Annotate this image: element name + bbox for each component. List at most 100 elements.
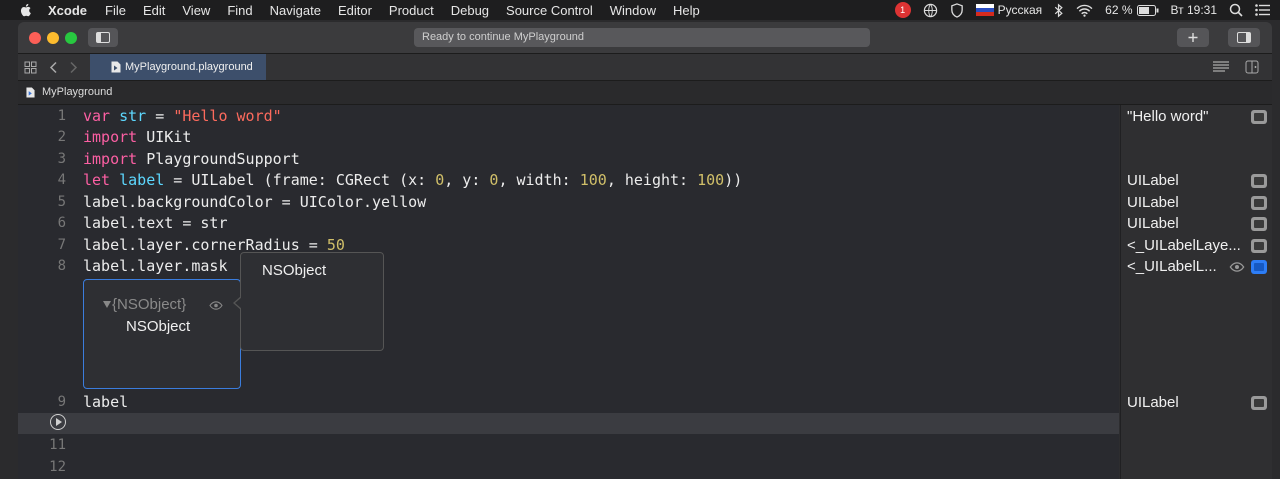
code-line-9: label	[83, 392, 128, 413]
run-play-icon[interactable]	[50, 414, 66, 430]
toggle-navigator-button[interactable]	[88, 28, 118, 47]
menu-help[interactable]: Help	[673, 3, 700, 18]
line-number: 5	[57, 194, 66, 210]
menu-navigate[interactable]: Navigate	[270, 3, 321, 18]
tab-bar: MyPlayground.playground	[18, 54, 1272, 81]
code-text: = UILabel (frame: CGRect (x:	[164, 171, 436, 189]
close-window-button[interactable]	[29, 32, 41, 44]
line-number: 1	[57, 108, 66, 124]
notification-status[interactable]: 1	[894, 2, 911, 18]
battery-status[interactable]: 62 %	[1105, 3, 1159, 17]
code-line-2: import UIKit	[83, 127, 191, 148]
code-text: , width:	[498, 171, 580, 189]
status-area: 1 Русская 62 % Вт 19:31	[894, 0, 1280, 20]
result-line-7: <_UILabelLaye...	[1127, 237, 1241, 254]
menu-find[interactable]: Find	[227, 3, 252, 18]
menu-edit[interactable]: Edit	[143, 3, 165, 18]
code-text: label.backgroundColor = UIColor.yellow	[83, 193, 427, 211]
zoom-window-button[interactable]	[65, 32, 77, 44]
activity-viewer: Ready to continue MyPlayground	[414, 28, 870, 47]
quick-look-button[interactable]	[1251, 396, 1267, 410]
disclosure-triangle-icon[interactable]	[103, 301, 111, 308]
menu-view[interactable]: View	[182, 3, 210, 18]
toggle-inspector-button[interactable]	[1228, 28, 1260, 47]
string-literal: "Hello word"	[173, 107, 282, 125]
line-number: 9	[57, 394, 66, 410]
apple-icon[interactable]	[18, 2, 34, 18]
menu-debug[interactable]: Debug	[451, 3, 489, 18]
line-number: 2	[57, 129, 66, 145]
breadcrumb[interactable]: MyPlayground	[42, 81, 112, 104]
notification-badge: 1	[894, 2, 911, 18]
source-editor[interactable]: 1 2 3 4 5 6 7 8 9 11 12 var str = "Hello…	[18, 105, 1119, 479]
shield-icon[interactable]	[950, 2, 964, 18]
menu-file[interactable]: File	[105, 3, 126, 18]
code-text: =	[146, 107, 174, 125]
jump-bar: MyPlayground	[18, 81, 1272, 105]
input-language-menu[interactable]: Русская	[975, 3, 1042, 17]
russian-flag-icon	[975, 4, 994, 16]
result-line-9: UILabel	[1127, 394, 1179, 411]
menu-product[interactable]: Product	[389, 3, 434, 18]
bluetooth-icon[interactable]	[1054, 3, 1064, 18]
keyword: import	[83, 128, 138, 146]
tab-myplayground[interactable]: MyPlayground.playground	[90, 54, 266, 80]
result-line-4: UILabel	[1127, 172, 1179, 189]
inline-result-type: {NSObject}	[112, 296, 187, 313]
quick-look-button[interactable]	[1251, 217, 1267, 231]
line-number: 4	[57, 172, 66, 188]
clock[interactable]: Вт 19:31	[1171, 3, 1217, 17]
lines-icon[interactable]	[1213, 61, 1229, 73]
code-line-5: label.backgroundColor = UIColor.yellow	[83, 192, 426, 213]
code-text: label	[83, 393, 129, 411]
notification-center-icon[interactable]	[1255, 4, 1270, 16]
sidebar-right-icon	[1237, 32, 1251, 43]
add-library-button[interactable]	[1177, 28, 1209, 47]
results-sidebar: "Hello word" UILabel UILabel UILabel <_U…	[1120, 105, 1272, 479]
number-literal: 100	[579, 171, 607, 189]
sidebar-left-icon	[96, 32, 110, 43]
keyword: let	[83, 171, 111, 189]
inline-result-value: NSObject	[126, 318, 191, 335]
quick-look-button[interactable]	[1251, 239, 1267, 253]
back-chevron-icon[interactable]	[49, 61, 58, 74]
menu-source-control[interactable]: Source Control	[506, 3, 593, 18]
code-line-3: import PlaygroundSupport	[83, 149, 300, 170]
quick-look-button[interactable]	[1251, 196, 1267, 210]
wifi-icon[interactable]	[1076, 4, 1093, 17]
menu-editor[interactable]: Editor	[338, 3, 372, 18]
battery-icon	[1136, 4, 1159, 16]
line-number: 11	[49, 437, 66, 453]
menu-window[interactable]: Window	[610, 3, 656, 18]
current-line-highlight	[18, 413, 1119, 434]
code-line-1: var str = "Hello word"	[83, 106, 282, 127]
quick-look-button[interactable]	[1251, 174, 1267, 188]
menu-app-name[interactable]: Xcode	[48, 3, 87, 18]
playground-file-icon	[26, 87, 35, 98]
eye-icon[interactable]	[209, 301, 223, 310]
number-literal: 0	[435, 171, 445, 189]
popover-value: NSObject	[262, 262, 327, 279]
inline-result-view[interactable]: {NSObject} NSObject	[83, 279, 241, 389]
forward-chevron-icon[interactable]	[69, 61, 78, 74]
xcode-window: Ready to continue MyPlayground MyPlaygro…	[18, 22, 1272, 479]
quick-look-popover: NSObject	[233, 252, 384, 351]
code-text: label.text = str	[83, 214, 228, 232]
minimize-window-button[interactable]	[47, 32, 59, 44]
menu-bar: Xcode File Edit View Find Navigate Edito…	[0, 0, 1280, 20]
code-text: label.layer.mask	[83, 257, 228, 275]
spotlight-search-icon[interactable]	[1229, 3, 1243, 17]
code-text: UIKit	[137, 128, 192, 146]
identifier: str	[119, 107, 147, 125]
split-editor-icon[interactable]	[1245, 60, 1259, 74]
code-text: , y:	[444, 171, 490, 189]
battery-percentage: 62 %	[1105, 3, 1133, 17]
result-line-6: UILabel	[1127, 215, 1179, 232]
quick-look-button[interactable]	[1251, 110, 1267, 124]
globe-icon[interactable]	[923, 3, 938, 18]
grid-icon[interactable]	[24, 61, 37, 74]
line-number: 12	[49, 459, 66, 475]
show-result-button[interactable]	[1251, 260, 1267, 274]
eye-icon[interactable]	[1229, 262, 1245, 272]
